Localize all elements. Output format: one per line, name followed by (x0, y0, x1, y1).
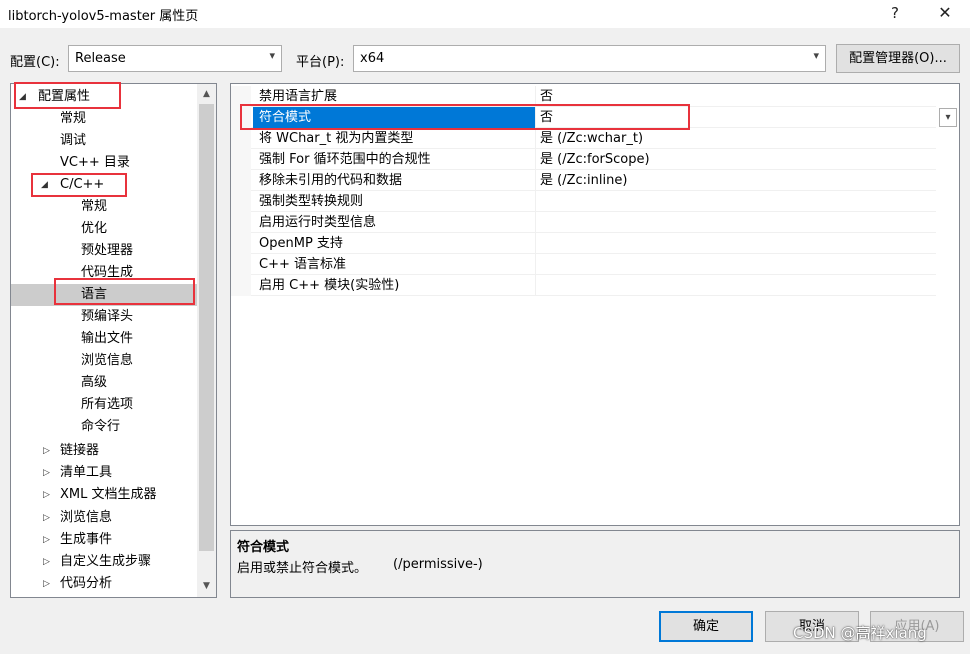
tree-item[interactable]: ▷ 生成事件 (11, 529, 197, 551)
platform-dropdown[interactable]: x64 ▾ (353, 45, 826, 72)
chevron-down-icon: ▾ (813, 49, 819, 62)
property-row[interactable]: 将 WChar_t 视为内置类型 是 (/Zc:wchar_t) (231, 128, 936, 149)
tree-item[interactable]: 命令行 (11, 416, 197, 438)
description-title: 符合模式 (237, 540, 290, 555)
help-button[interactable]: ? (880, 2, 910, 24)
tree-item[interactable]: ▷ 自定义生成步骤 (11, 551, 197, 573)
description-pane: 符合模式 启用或禁止符合模式。 (/permissive-) (230, 530, 960, 598)
tree-item[interactable]: 所有选项 (11, 394, 197, 416)
property-row[interactable]: 启用 C++ 模块(实验性) (231, 275, 936, 296)
description-switch: (/permissive-) (393, 557, 483, 572)
collapse-icon[interactable]: ◢ (19, 86, 26, 108)
tree-item[interactable]: 输出文件 (11, 328, 197, 350)
tree-item[interactable]: 浏览信息 (11, 350, 197, 372)
tree-item-config-properties[interactable]: ◢ 配置属性 (11, 86, 197, 108)
tree-item[interactable]: 调试 (11, 130, 197, 152)
window-title: libtorch-yolov5-master 属性页 (8, 9, 199, 24)
tree-item-linker[interactable]: ▷ 链接器 (11, 440, 197, 462)
tree-item[interactable]: ▷ 清单工具 (11, 462, 197, 484)
config-value: Release (75, 51, 126, 66)
tree-item[interactable]: 高级 (11, 372, 197, 394)
collapse-icon[interactable]: ◢ (41, 174, 48, 196)
property-row-selected[interactable]: 符合模式 否 (231, 107, 936, 128)
tree-scrollbar[interactable]: ▲ ▼ (197, 84, 216, 597)
tree-item[interactable]: ▷ XML 文档生成器 (11, 484, 197, 506)
tree-item[interactable]: 优化 (11, 218, 197, 240)
property-row[interactable]: 启用运行时类型信息 (231, 212, 936, 233)
platform-label: 平台(P): (296, 55, 345, 70)
tree-item[interactable]: 代码生成 (11, 262, 197, 284)
tree-item-language-selected[interactable]: 语言 (11, 284, 197, 306)
property-row[interactable]: 强制 For 循环范围中的合规性 是 (/Zc:forScope) (231, 149, 936, 170)
config-manager-button[interactable]: 配置管理器(O)... (836, 44, 960, 73)
platform-value: x64 (360, 51, 385, 66)
description-text: 启用或禁止符合模式。 (237, 561, 368, 576)
tree-item[interactable]: VC++ 目录 (11, 152, 197, 174)
property-row[interactable]: 禁用语言扩展 否 (231, 86, 936, 107)
tree-item[interactable]: ▷ 代码分析 (11, 573, 197, 595)
tree-item[interactable]: 常规 (11, 196, 197, 218)
title-bar: libtorch-yolov5-master 属性页 ? ✕ (0, 0, 970, 28)
expand-icon[interactable]: ▷ (43, 551, 50, 573)
config-dropdown[interactable]: Release ▾ (68, 45, 282, 72)
property-row[interactable]: 强制类型转换规则 (231, 191, 936, 212)
property-row[interactable]: C++ 语言标准 (231, 254, 936, 275)
expand-icon[interactable]: ▷ (43, 440, 50, 462)
property-tree: ◢ 配置属性 常规 调试 VC++ 目录 ◢ C/C++ 常规 优化 预处理器 … (10, 83, 217, 598)
chevron-down-icon: ▾ (269, 49, 275, 62)
property-grid: 禁用语言扩展 否 符合模式 否 ▾ 将 WChar_t 视为内置类型 是 (/Z… (230, 83, 960, 526)
scroll-up-icon[interactable]: ▲ (197, 86, 216, 103)
property-row[interactable]: OpenMP 支持 (231, 233, 936, 254)
watermark: CSDN @高祥xiang (793, 624, 927, 642)
tree-item[interactable]: ▷ 浏览信息 (11, 507, 197, 529)
expand-icon[interactable]: ▷ (43, 462, 50, 484)
expand-icon[interactable]: ▷ (43, 573, 50, 595)
ok-button[interactable]: 确定 (659, 611, 753, 642)
expand-icon[interactable]: ▷ (43, 529, 50, 551)
tree-item-c-cpp[interactable]: ◢ C/C++ (11, 174, 197, 196)
scroll-thumb[interactable] (199, 104, 214, 551)
value-dropdown-chevron-down-icon[interactable]: ▾ (939, 108, 957, 127)
scroll-down-icon[interactable]: ▼ (197, 578, 216, 595)
close-button[interactable]: ✕ (930, 2, 960, 24)
tree-item[interactable]: 预处理器 (11, 240, 197, 262)
expand-icon[interactable]: ▷ (43, 507, 50, 529)
expand-icon[interactable]: ▷ (43, 484, 50, 506)
config-label: 配置(C): (10, 55, 60, 70)
tree-item[interactable]: 预编译头 (11, 306, 197, 328)
tree-item[interactable]: 常规 (11, 108, 197, 130)
property-row[interactable]: 移除未引用的代码和数据 是 (/Zc:inline) (231, 170, 936, 191)
